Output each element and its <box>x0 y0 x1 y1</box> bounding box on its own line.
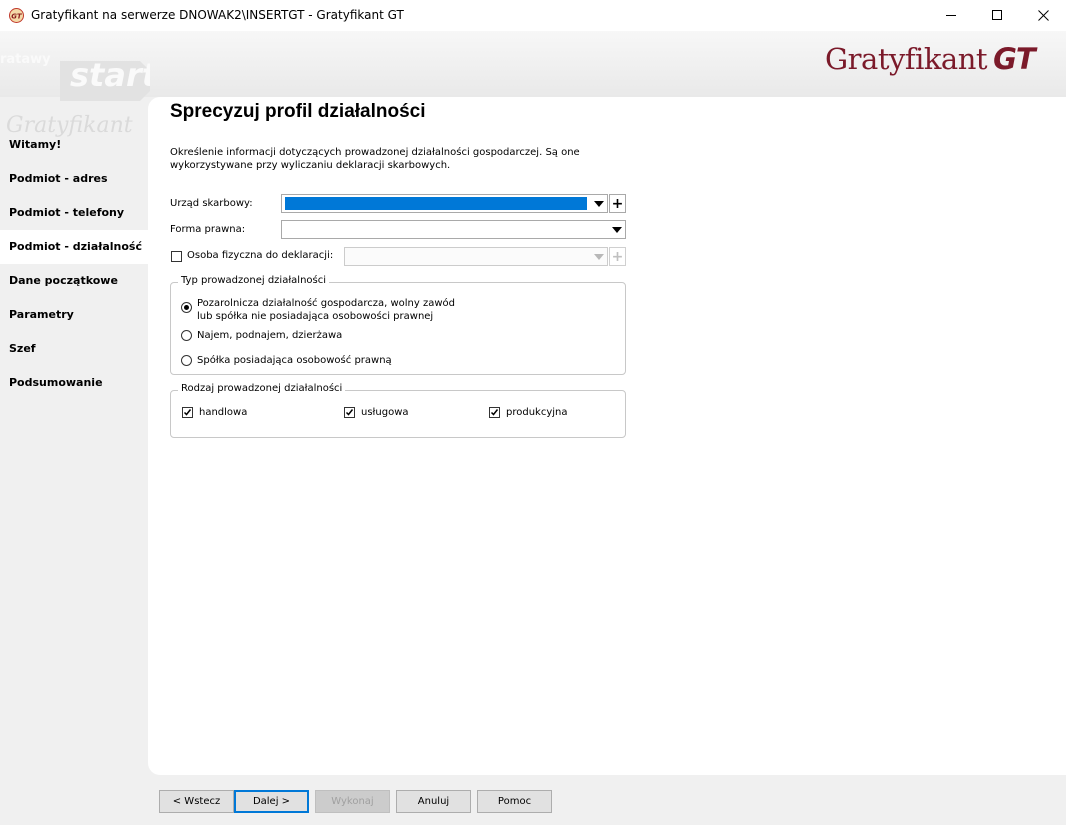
urzad-skarbowy-selection <box>285 197 587 210</box>
window-title: Gratyfikant na serwerze DNOWAK2\INSERTGT… <box>31 8 404 22</box>
forma-prawna-label: Forma prawna: <box>170 224 246 235</box>
chevron-down-icon <box>590 248 607 265</box>
radio-pozarolnicza[interactable] <box>181 302 192 313</box>
radio-pozarolnicza-label: Pozarolnicza działalność gospodarcza, wo… <box>197 297 455 323</box>
sidebar-item-dane-poczatkowe[interactable]: Dane początkowe <box>0 264 148 298</box>
osoba-fizyczna-combo[interactable] <box>344 247 608 266</box>
checkmark-icon <box>345 409 354 416</box>
sidebar-item-podsumowanie[interactable]: Podsumowanie <box>0 366 148 400</box>
plus-icon: + <box>611 195 624 212</box>
add-urzad-button[interactable]: + <box>609 194 626 213</box>
sidebar-item-podmiot-dzialalnosc[interactable]: Podmiot - działalność <box>0 230 148 264</box>
cancel-button[interactable]: Anuluj <box>396 790 471 813</box>
radio-najem-label: Najem, podnajem, dzierżawa <box>197 330 343 341</box>
radio-spolka-label: Spółka posiadająca osobowość prawną <box>197 355 392 366</box>
start-watermark-image: start ratawy Gratyfikant <box>0 31 150 141</box>
checkmark-icon <box>183 409 192 416</box>
osoba-fizyczna-label: Osoba fizyczna do deklaracji: <box>187 250 334 261</box>
sidebar-item-witamy[interactable]: Witamy! <box>0 128 148 162</box>
close-icon <box>1037 10 1049 21</box>
plus-icon: + <box>611 248 624 265</box>
minimize-icon <box>945 15 956 16</box>
radio-pozarolnicza-line1: Pozarolnicza działalność gospodarcza, wo… <box>197 298 455 309</box>
gt-app-icon: GT <box>9 8 24 23</box>
forma-prawna-combo[interactable] <box>281 220 626 239</box>
page-title: Sprecyzuj profil działalności <box>170 101 426 122</box>
sidebar-item-podmiot-telefony[interactable]: Podmiot - telefony <box>0 196 148 230</box>
sidebar-item-parametry[interactable]: Parametry <box>0 298 148 332</box>
close-button[interactable] <box>1020 0 1066 31</box>
logo-suffix: GT <box>993 42 1036 76</box>
gratyfikant-logo: Gratyfikant GT <box>825 42 1036 76</box>
rodzaj-dzialalnosci-legend: Rodzaj prowadzonej działalności <box>178 383 346 394</box>
radio-pozarolnicza-line2: lub spółka nie posiadająca osobowości pr… <box>197 311 434 322</box>
checkbox-uslugowa[interactable] <box>344 407 355 418</box>
title-bar: GT Gratyfikant na serwerze DNOWAK2\INSER… <box>0 0 1066 31</box>
sidebar-item-podmiot-adres[interactable]: Podmiot - adres <box>0 162 148 196</box>
svg-text:GT: GT <box>11 13 23 21</box>
next-button[interactable]: Dalej > <box>234 790 309 813</box>
chevron-down-icon[interactable] <box>608 221 625 238</box>
urzad-skarbowy-label: Urząd skarbowy: <box>170 198 253 209</box>
radio-selected-dot <box>184 305 189 310</box>
checkmark-icon <box>490 409 499 416</box>
checkbox-handlowa[interactable] <box>182 407 193 418</box>
help-button[interactable]: Pomoc <box>477 790 552 813</box>
osoba-fizyczna-checkbox[interactable] <box>171 251 182 262</box>
urzad-skarbowy-combo[interactable] <box>281 194 608 213</box>
typ-dzialalnosci-legend: Typ prowadzonej działalności <box>178 275 330 286</box>
page-description: Określenie informacji dotyczących prowad… <box>170 147 580 171</box>
chevron-down-icon[interactable] <box>590 195 607 212</box>
radio-spolka[interactable] <box>181 355 192 366</box>
minimize-button[interactable] <box>928 0 974 31</box>
checkbox-uslugowa-label: usługowa <box>361 407 409 418</box>
add-osoba-button[interactable]: + <box>609 247 626 266</box>
maximize-button[interactable] <box>974 0 1020 31</box>
checkbox-produkcyjna[interactable] <box>489 407 500 418</box>
execute-button[interactable]: Wykonaj <box>315 790 390 813</box>
svg-text:ratawy: ratawy <box>0 52 51 67</box>
svg-text:start: start <box>70 56 150 94</box>
checkbox-produkcyjna-label: produkcyjna <box>506 407 568 418</box>
logo-text: Gratyfikant <box>825 42 988 76</box>
back-button[interactable]: < Wstecz <box>159 790 234 813</box>
maximize-icon <box>991 10 1002 20</box>
checkbox-handlowa-label: handlowa <box>199 407 248 418</box>
sidebar-item-szef[interactable]: Szef <box>0 332 148 366</box>
radio-najem[interactable] <box>181 330 192 341</box>
